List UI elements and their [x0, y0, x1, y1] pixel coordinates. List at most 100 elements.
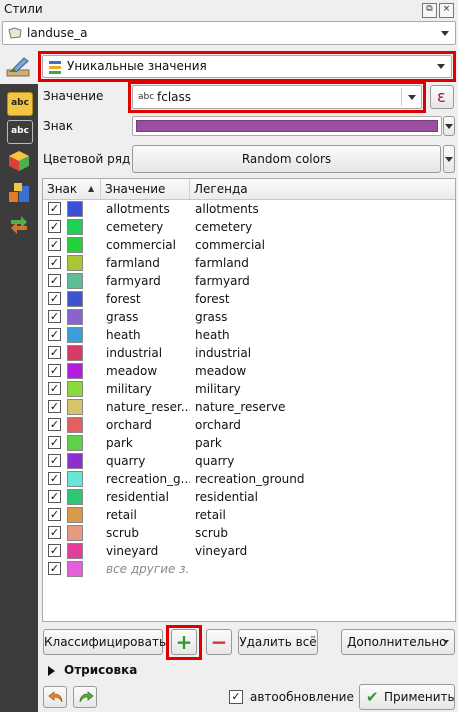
color-ramp-menu-button[interactable] — [443, 145, 455, 173]
row-value: quarry — [106, 454, 146, 468]
panel-title: Стили — [4, 2, 43, 16]
row-symbol-swatch[interactable] — [67, 273, 83, 289]
row-symbol-swatch[interactable] — [67, 381, 83, 397]
row-symbol-swatch[interactable] — [67, 237, 83, 253]
row-symbol-swatch[interactable] — [67, 399, 83, 415]
row-visibility-checkbox[interactable]: ✓ — [48, 526, 61, 539]
header-symbol[interactable]: Знак ▲ — [43, 179, 101, 199]
row-visibility-checkbox[interactable]: ✓ — [48, 544, 61, 557]
table-row[interactable]: ✓ farmland farmland — [43, 254, 455, 272]
auto-update-checkbox[interactable]: ✓ — [229, 690, 243, 704]
classify-button[interactable]: Классифицировать — [43, 629, 166, 655]
remove-class-button[interactable]: − — [206, 629, 232, 655]
delete-all-button[interactable]: Удалить всё — [238, 629, 318, 655]
renderer-select[interactable]: Уникальные значения — [42, 55, 452, 78]
row-symbol-swatch[interactable] — [67, 417, 83, 433]
symbol-button[interactable] — [132, 116, 442, 136]
row-symbol-swatch[interactable] — [67, 219, 83, 235]
rendering-expand-icon[interactable] — [48, 666, 55, 676]
history-icon[interactable] — [7, 214, 31, 236]
table-row[interactable]: ✓ military military — [43, 380, 455, 398]
float-panel-icon[interactable]: ⧉ — [422, 3, 437, 18]
header-value[interactable]: Значение — [101, 179, 190, 199]
table-row[interactable]: ✓ commercial commercial — [43, 236, 455, 254]
table-row[interactable]: ✓ industrial industrial — [43, 344, 455, 362]
row-visibility-checkbox[interactable]: ✓ — [48, 310, 61, 323]
table-row[interactable]: ✓ orchard orchard — [43, 416, 455, 434]
row-symbol-swatch[interactable] — [67, 435, 83, 451]
redo-button[interactable] — [73, 686, 97, 708]
row-symbol-swatch[interactable] — [67, 291, 83, 307]
table-row[interactable]: ✓ retail retail — [43, 506, 455, 524]
classes-table[interactable]: Знак ▲ Значение Легенда ✓ allotments allot… — [42, 178, 456, 622]
row-symbol-swatch[interactable] — [67, 453, 83, 469]
table-row[interactable]: ✓ vineyard vineyard — [43, 542, 455, 560]
table-row[interactable]: ✓ grass grass — [43, 308, 455, 326]
row-visibility-checkbox[interactable]: ✓ — [48, 436, 61, 449]
row-visibility-checkbox[interactable]: ✓ — [48, 220, 61, 233]
row-symbol-swatch[interactable] — [67, 561, 83, 577]
row-symbol-swatch[interactable] — [67, 255, 83, 271]
row-visibility-checkbox[interactable]: ✓ — [48, 508, 61, 521]
row-visibility-checkbox[interactable]: ✓ — [48, 490, 61, 503]
table-row[interactable]: ✓ scrub scrub — [43, 524, 455, 542]
advanced-button[interactable]: Дополнительно — [341, 629, 455, 655]
row-visibility-checkbox[interactable]: ✓ — [48, 274, 61, 287]
table-row[interactable]: ✓ park park — [43, 434, 455, 452]
row-symbol-swatch[interactable] — [67, 345, 83, 361]
row-visibility-checkbox[interactable]: ✓ — [48, 256, 61, 269]
row-symbol-swatch[interactable] — [67, 201, 83, 217]
labels-icon[interactable]: abc — [7, 92, 33, 116]
row-symbol-swatch[interactable] — [67, 327, 83, 343]
add-class-button[interactable]: + — [171, 629, 197, 655]
row-visibility-checkbox[interactable]: ✓ — [48, 562, 61, 575]
row-value: vineyard — [106, 544, 159, 558]
table-row[interactable]: ✓ farmyard farmyard — [43, 272, 455, 290]
value-field-select[interactable]: abc fclass — [132, 85, 422, 109]
table-row[interactable]: ✓ cemetery cemetery — [43, 218, 455, 236]
auto-update-label: автообновление — [250, 690, 354, 704]
row-value: grass — [106, 310, 139, 324]
table-row[interactable]: ✓ nature_reser... nature_reserve — [43, 398, 455, 416]
table-row[interactable]: ✓ allotments allotments — [43, 200, 455, 218]
row-symbol-swatch[interactable] — [67, 507, 83, 523]
table-row[interactable]: ✓ recreation_g... recreation_ground — [43, 470, 455, 488]
row-visibility-checkbox[interactable]: ✓ — [48, 346, 61, 359]
row-visibility-checkbox[interactable]: ✓ — [48, 292, 61, 305]
masks-icon[interactable]: abc — [7, 120, 33, 144]
undo-button[interactable] — [43, 686, 67, 708]
color-ramp-button[interactable]: Random colors — [132, 145, 441, 173]
header-legend[interactable]: Легенда — [190, 179, 455, 199]
3d-view-icon[interactable] — [7, 150, 31, 172]
expression-button[interactable]: ε — [430, 85, 454, 109]
row-symbol-swatch[interactable] — [67, 309, 83, 325]
rendering-section-label[interactable]: Отрисовка — [64, 663, 137, 677]
row-visibility-checkbox[interactable]: ✓ — [48, 328, 61, 341]
table-row[interactable]: ✓ forest forest — [43, 290, 455, 308]
row-visibility-checkbox[interactable]: ✓ — [48, 382, 61, 395]
row-symbol-swatch[interactable] — [67, 525, 83, 541]
symbol-menu-button[interactable] — [443, 116, 455, 136]
plus-icon: + — [175, 630, 193, 654]
row-visibility-checkbox[interactable]: ✓ — [48, 400, 61, 413]
table-row[interactable]: ✓ quarry quarry — [43, 452, 455, 470]
row-symbol-swatch[interactable] — [67, 363, 83, 379]
row-symbol-swatch[interactable] — [67, 489, 83, 505]
apply-button[interactable]: ✔ Применить — [359, 684, 455, 710]
layer-select[interactable]: landuse_a — [2, 21, 456, 45]
table-row[interactable]: ✓ residential residential — [43, 488, 455, 506]
row-symbol-swatch[interactable] — [67, 471, 83, 487]
table-row[interactable]: ✓ heath heath — [43, 326, 455, 344]
row-symbol-swatch[interactable] — [67, 543, 83, 559]
close-panel-icon[interactable]: × — [439, 3, 454, 18]
row-visibility-checkbox[interactable]: ✓ — [48, 472, 61, 485]
row-visibility-checkbox[interactable]: ✓ — [48, 418, 61, 431]
row-visibility-checkbox[interactable]: ✓ — [48, 364, 61, 377]
table-row[interactable]: ✓ meadow meadow — [43, 362, 455, 380]
row-visibility-checkbox[interactable]: ✓ — [48, 454, 61, 467]
diagrams-icon[interactable] — [7, 182, 31, 204]
row-visibility-checkbox[interactable]: ✓ — [48, 238, 61, 251]
row-visibility-checkbox[interactable]: ✓ — [48, 202, 61, 215]
table-row[interactable]: ✓ все другие з... — [43, 560, 455, 578]
symbology-brush-icon[interactable] — [6, 56, 32, 78]
